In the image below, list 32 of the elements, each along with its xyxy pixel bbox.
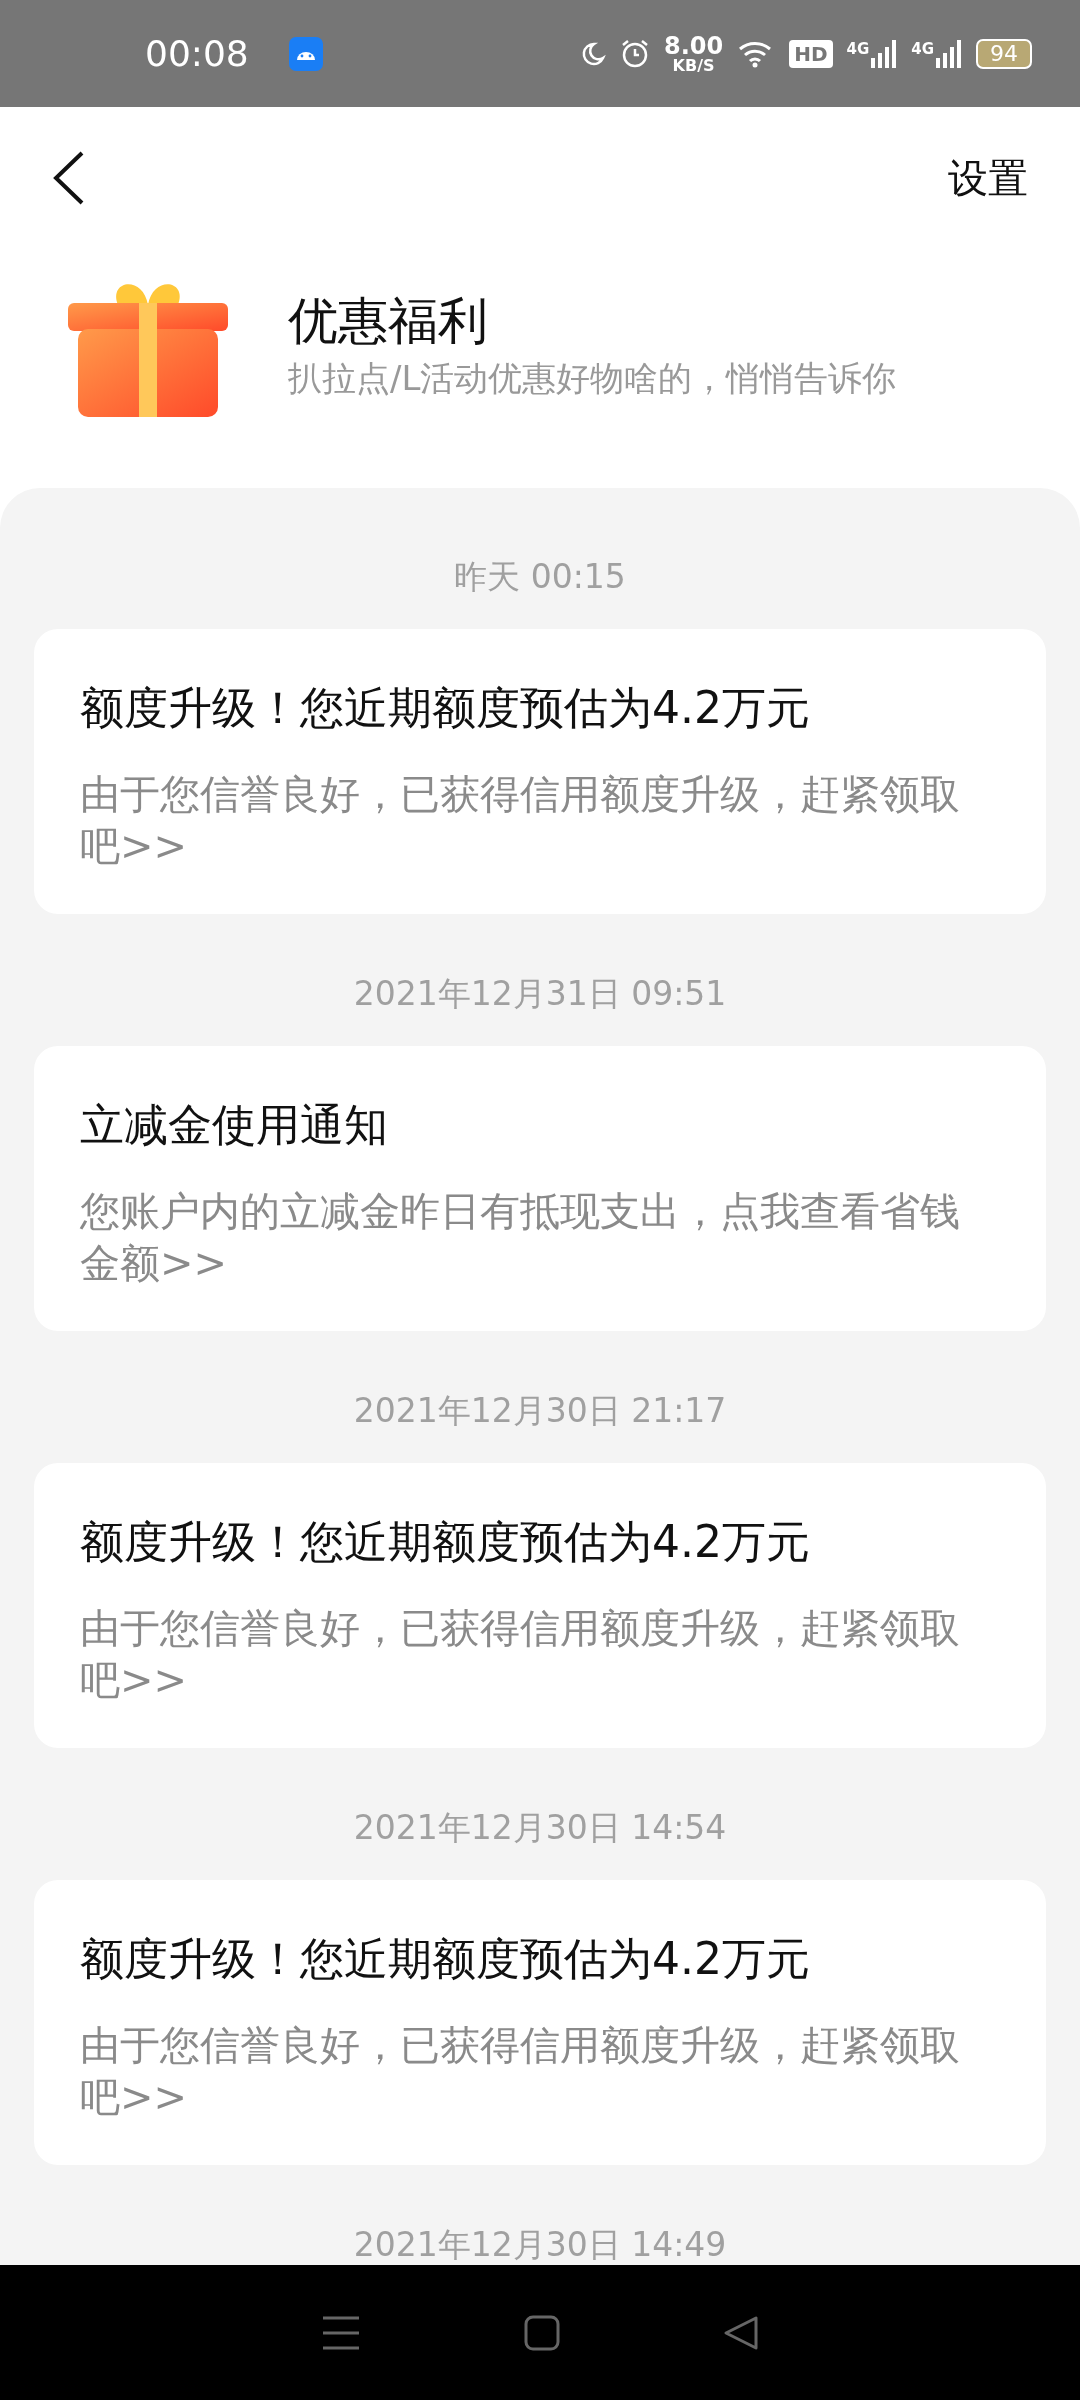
message-body: 您账户内的立减金昨日有抵现支出，点我查看省钱金额>> bbox=[80, 1187, 961, 1288]
message-body: 由于您信誉良好，已获得信用额度升级，赶紧领取吧>> bbox=[80, 1604, 961, 1705]
message-card[interactable]: 额度升级！您近期额度预估为4.2万元 由于您信誉良好，已获得信用额度升级，赶紧领取吧>> bbox=[34, 629, 1046, 914]
hd-badge: HD bbox=[789, 39, 833, 68]
network-speed: 8.00 KB/S bbox=[663, 33, 724, 74]
message-time: 2021年12月30日 14:49 bbox=[352, 2224, 728, 2265]
back-icon[interactable] bbox=[52, 150, 86, 206]
message-title: 额度升级！您近期额度预估为4.2万元 bbox=[80, 681, 811, 735]
battery-icon: 94 bbox=[976, 38, 1032, 69]
message-title: 立减金使用通知 bbox=[80, 1098, 389, 1152]
message-time: 2021年12月30日 21:17 bbox=[352, 1390, 728, 1432]
clock-time: 00:08 bbox=[145, 33, 249, 74]
home-icon[interactable] bbox=[524, 2314, 560, 2351]
message-time: 2021年12月30日 14:54 bbox=[352, 1807, 728, 1849]
message-time: 昨天 00:15 bbox=[453, 556, 627, 598]
message-card[interactable]: 额度升级！您近期额度预估为4.2万元 由于您信誉良好，已获得信用额度升级，赶紧领取吧>> bbox=[34, 1463, 1046, 1748]
settings-button[interactable]: 设置 bbox=[948, 150, 1028, 206]
network-type: 4G bbox=[846, 39, 870, 58]
signal-icon bbox=[936, 39, 962, 68]
message-card[interactable]: 立减金使用通知 您账户内的立减金昨日有抵现支出，点我查看省钱金额>> bbox=[34, 1046, 1046, 1331]
page-subtitle: 扒拉点/L活动优惠好物啥的，悄悄告诉你 bbox=[288, 356, 897, 400]
menu-icon[interactable] bbox=[321, 2314, 362, 2351]
message-time: 2021年12月31日 09:51 bbox=[352, 973, 728, 1015]
message-body: 由于您信誉良好，已获得信用额度升级，赶紧领取吧>> bbox=[80, 2021, 961, 2122]
message-body: 由于您信誉良好，已获得信用额度升级，赶紧领取吧>> bbox=[80, 770, 961, 871]
android-icon bbox=[288, 36, 323, 71]
message-title: 额度升级！您近期额度预估为4.2万元 bbox=[80, 1515, 811, 1569]
signal-icon bbox=[871, 39, 898, 68]
message-card[interactable]: 额度升级！您近期额度预估为4.2万元 由于您信誉良好，已获得信用额度升级，赶紧领取吧>> bbox=[34, 1880, 1046, 2165]
network-type: 4G bbox=[911, 39, 934, 58]
message-title: 额度升级！您近期额度预估为4.2万元 bbox=[80, 1932, 811, 1986]
page-title: 优惠福利 bbox=[288, 290, 489, 352]
